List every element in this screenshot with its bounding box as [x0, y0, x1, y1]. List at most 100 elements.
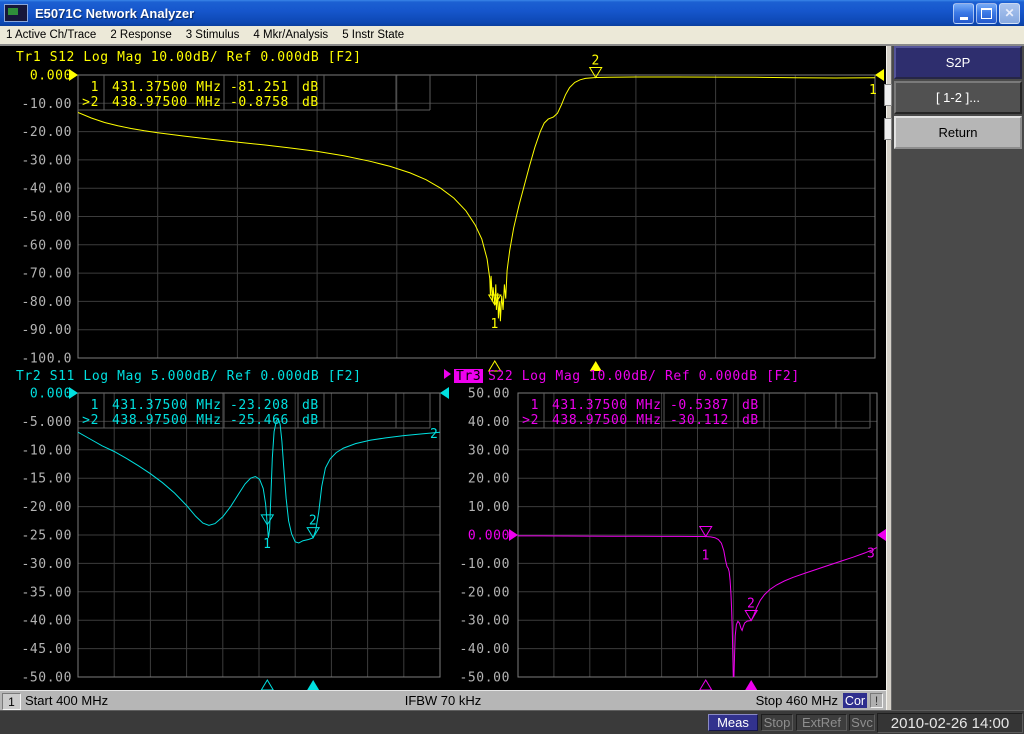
- svg-text:dB: dB: [302, 398, 319, 413]
- svg-text:-10.00: -10.00: [21, 97, 72, 112]
- stop-frequency: Stop 460 MHz: [756, 693, 838, 708]
- stop-indicator: Stop: [761, 714, 793, 731]
- svg-text:-20.00: -20.00: [21, 500, 72, 515]
- svg-text:-70.00: -70.00: [21, 267, 72, 282]
- menu-instr-state[interactable]: 5 Instr State: [342, 29, 404, 41]
- analyzer-screen: 0.000 -10.00 -20.00 -30.00 -40.00 -50.00 -60.0…: [0, 46, 886, 690]
- svg-text:-45.00: -45.00: [21, 642, 72, 657]
- softkey-scroll-notch[interactable]: [884, 84, 892, 106]
- svg-text:438.97500 MHz: 438.97500 MHz: [112, 413, 222, 428]
- restore-button[interactable]: [976, 3, 997, 24]
- softkey-panel: S2P [ 1-2 ]... Return: [892, 46, 1024, 710]
- svg-text:dB: dB: [302, 413, 319, 428]
- plot-tr3-s22: 50.0040.0030.0020.0010.000.000-10.00-20.…: [444, 369, 886, 690]
- svg-text:S22 Log Mag 10.00dB/ Ref 0.000: S22 Log Mag 10.00dB/ Ref 0.000dB [F2]: [488, 369, 800, 384]
- svg-text:438.97500 MHz: 438.97500 MHz: [552, 413, 662, 428]
- svg-text:3: 3: [867, 546, 875, 561]
- svg-text:2: 2: [430, 427, 438, 442]
- plot-tr2-s11: 0.000-5.000-10.00-15.00-20.00-25.00-30.0…: [16, 369, 449, 690]
- svg-text:438.97500 MHz: 438.97500 MHz: [112, 95, 222, 110]
- svg-text:dB: dB: [302, 80, 319, 95]
- close-icon: ✕: [1004, 7, 1014, 19]
- svg-text:-60.00: -60.00: [21, 238, 72, 253]
- svg-text:-0.5387: -0.5387: [670, 398, 729, 413]
- instrument-status-bar: Meas Stop ExtRef Svc 2010-02-26 14:00: [0, 710, 1024, 734]
- svg-text:0.000: 0.000: [30, 69, 72, 84]
- svg-text:-40.00: -40.00: [21, 614, 72, 629]
- app-window: E5071C Network Analyzer ✕ 1 Active Ch/Tr…: [0, 0, 1024, 734]
- softkey-scroll-notch[interactable]: [884, 118, 892, 140]
- svg-text:-50.00: -50.00: [21, 210, 72, 225]
- minimize-icon: [960, 17, 968, 20]
- meas-indicator: Meas: [708, 714, 758, 731]
- alert-badge[interactable]: !: [870, 693, 883, 708]
- menubar: 1 Active Ch/Trace 2 Response 3 Stimulus …: [0, 26, 1024, 46]
- svg-text:-25.00: -25.00: [21, 529, 72, 544]
- svg-text:-50.00: -50.00: [21, 671, 72, 686]
- svg-text:-100.0: -100.0: [21, 352, 72, 367]
- svg-text:1: 1: [91, 80, 99, 95]
- minimize-button[interactable]: [953, 3, 974, 24]
- svg-text:1: 1: [491, 317, 499, 332]
- softkey-button-return[interactable]: Return: [894, 116, 1022, 149]
- plot-tr1-s12: 0.000 -10.00 -20.00 -30.00 -40.00 -50.00 -60.0…: [16, 50, 884, 371]
- svg-text:431.37500 MHz: 431.37500 MHz: [552, 398, 662, 413]
- svg-text:1: 1: [702, 549, 710, 564]
- menu-response[interactable]: 2 Response: [110, 29, 171, 41]
- svg-text:-30.112: -30.112: [670, 413, 729, 428]
- titlebar[interactable]: E5071C Network Analyzer ✕: [0, 0, 1024, 26]
- window-controls: ✕: [953, 3, 1020, 24]
- svg-text:-40.00: -40.00: [21, 182, 72, 197]
- menu-active-ch-trace[interactable]: 1 Active Ch/Trace: [6, 29, 96, 41]
- svg-text:-10.00: -10.00: [21, 443, 72, 458]
- svg-text:-50.00: -50.00: [459, 671, 510, 686]
- svg-text:>2: >2: [82, 413, 99, 428]
- svg-text:-81.251: -81.251: [230, 80, 289, 95]
- svg-text:dB: dB: [742, 413, 759, 428]
- status-bar: 1 Start 400 MHz IFBW 70 kHz Stop 460 MHz…: [0, 690, 886, 710]
- svg-text:-35.00: -35.00: [21, 585, 72, 600]
- svg-text:20.00: 20.00: [468, 472, 510, 487]
- svc-indicator: Svc: [849, 714, 875, 731]
- window-title: E5071C Network Analyzer: [35, 6, 194, 21]
- svg-text:431.37500 MHz: 431.37500 MHz: [112, 80, 222, 95]
- svg-text:Tr3: Tr3: [456, 369, 481, 384]
- svg-text:431.37500 MHz: 431.37500 MHz: [112, 398, 222, 413]
- svg-text:dB: dB: [742, 398, 759, 413]
- svg-text:-80.00: -80.00: [21, 295, 72, 310]
- svg-text:-30.00: -30.00: [21, 153, 72, 168]
- svg-text:40.00: 40.00: [468, 415, 510, 430]
- svg-text:-30.00: -30.00: [21, 557, 72, 572]
- svg-text:50.00: 50.00: [468, 387, 510, 402]
- svg-text:-90.00: -90.00: [21, 323, 72, 338]
- softkey-header: S2P: [894, 46, 1022, 79]
- svg-text:-0.8758: -0.8758: [230, 95, 289, 110]
- svg-text:2: 2: [747, 597, 755, 612]
- svg-text:-10.00: -10.00: [459, 557, 510, 572]
- svg-text:1: 1: [869, 83, 877, 98]
- plots-canvas: 0.000 -10.00 -20.00 -30.00 -40.00 -50.00 -60.0…: [0, 46, 886, 690]
- svg-text:-30.00: -30.00: [459, 614, 510, 629]
- softkey-button-1-2[interactable]: [ 1-2 ]...: [894, 81, 1022, 114]
- menu-stimulus[interactable]: 3 Stimulus: [186, 29, 240, 41]
- svg-text:1: 1: [263, 537, 271, 552]
- svg-text:-40.00: -40.00: [459, 642, 510, 657]
- close-button[interactable]: ✕: [999, 3, 1020, 24]
- menu-mkr-analysis[interactable]: 4 Mkr/Analysis: [253, 29, 328, 41]
- correction-badge: Cor: [843, 693, 867, 708]
- svg-text:Tr2 S11 Log Mag 5.000dB/ Ref 0: Tr2 S11 Log Mag 5.000dB/ Ref 0.000dB [F2…: [16, 369, 362, 384]
- svg-text:0.000: 0.000: [468, 529, 510, 544]
- svg-text:-20.00: -20.00: [459, 585, 510, 600]
- svg-text:1: 1: [531, 398, 539, 413]
- svg-text:Tr1 S12 Log Mag 10.00dB/ Ref 0: Tr1 S12 Log Mag 10.00dB/ Ref 0.000dB [F2…: [16, 50, 362, 65]
- svg-text:30.00: 30.00: [468, 443, 510, 458]
- svg-text:-5.000: -5.000: [21, 415, 72, 430]
- restore-icon: [981, 8, 992, 19]
- svg-text:2: 2: [309, 514, 317, 529]
- svg-text:2: 2: [591, 53, 599, 68]
- svg-text:-20.00: -20.00: [21, 125, 72, 140]
- clock: 2010-02-26 14:00: [877, 713, 1023, 733]
- svg-text:1: 1: [91, 398, 99, 413]
- svg-text:>2: >2: [522, 413, 539, 428]
- svg-text:-15.00: -15.00: [21, 472, 72, 487]
